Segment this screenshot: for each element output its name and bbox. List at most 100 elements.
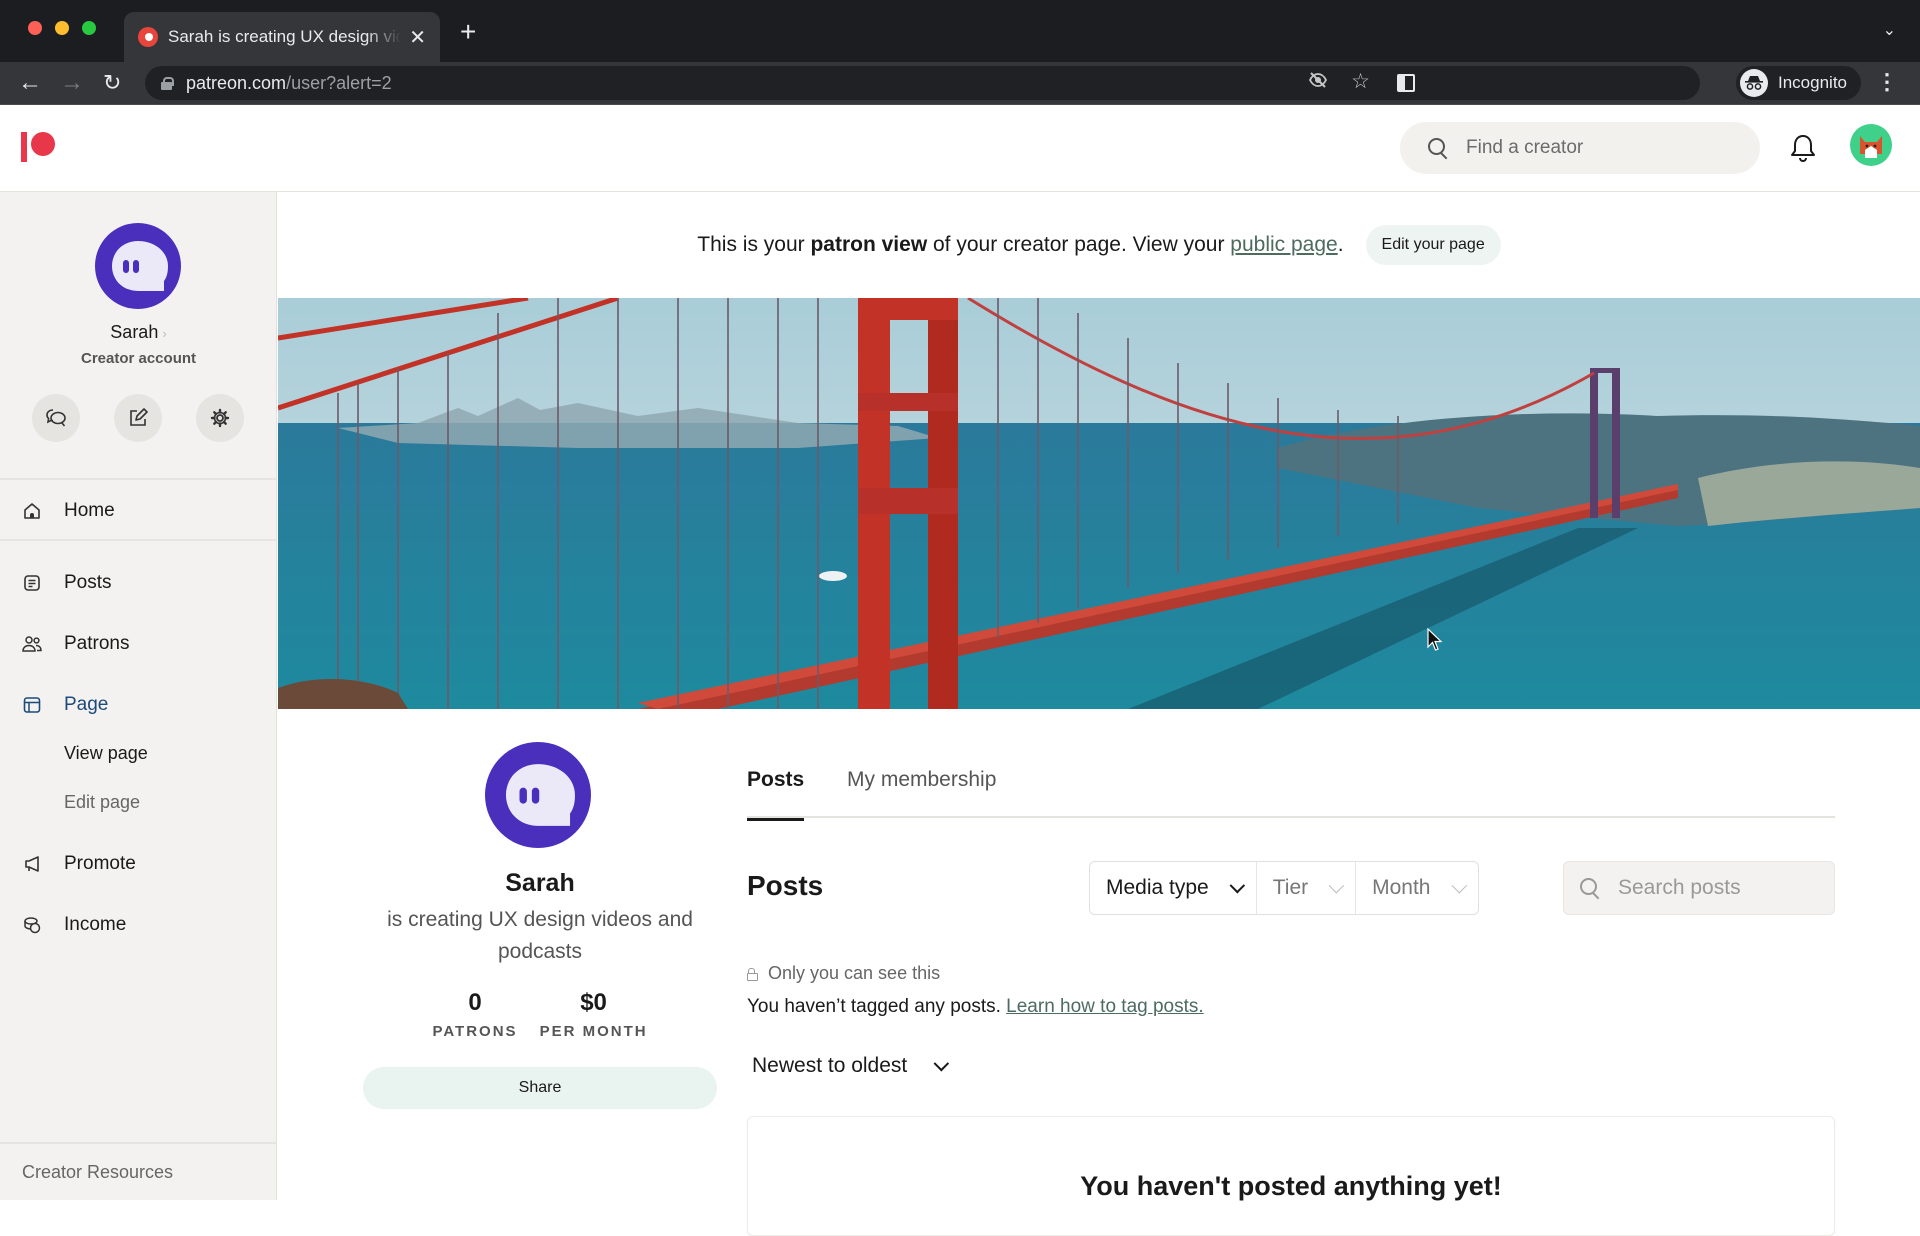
edit-your-page-button[interactable]: Edit your page <box>1365 225 1501 265</box>
sidebar-item-income[interactable]: Income <box>0 903 277 947</box>
month-filter[interactable]: Month <box>1356 862 1477 914</box>
tab-search-icon[interactable]: ⌄ <box>1883 20 1896 40</box>
forward-icon[interactable]: → <box>60 68 84 98</box>
side-panel-icon[interactable] <box>1397 74 1415 92</box>
notifications-bell-icon[interactable] <box>1790 133 1816 163</box>
sidebar-item-label: Home <box>64 500 115 521</box>
sidebar: Sarah › Creator account Home Posts Patron… <box>0 192 277 1200</box>
chevron-right-icon: › <box>162 326 167 341</box>
close-tab-icon[interactable]: ✕ <box>409 25 426 50</box>
stat-value: 0 <box>468 989 482 1016</box>
user-avatar[interactable] <box>1850 124 1892 166</box>
creator-name-link[interactable]: Sarah › <box>0 322 277 343</box>
creator-resources-link[interactable]: Creator Resources <box>22 1162 173 1183</box>
sort-dropdown[interactable]: Newest to oldest <box>752 1054 950 1078</box>
account-type: Creator account <box>80 350 197 367</box>
search-icon <box>1580 878 1600 898</box>
gear-icon <box>210 408 230 428</box>
creator-profile-name: Sarah <box>505 869 575 897</box>
search-icon <box>1428 138 1448 158</box>
search-posts-placeholder: Search posts <box>1618 876 1741 899</box>
incognito-profile-button[interactable]: Incognito <box>1736 66 1861 100</box>
tracking-protection-icon[interactable] <box>1308 70 1328 96</box>
url-path: /user?alert=2 <box>286 72 392 93</box>
messages-button[interactable] <box>32 394 80 442</box>
stat-label: PER MONTH <box>539 1023 648 1040</box>
find-creator-search-input[interactable]: Find a creator <box>1400 122 1760 174</box>
post-filters: Media type Tier Month <box>1089 861 1479 915</box>
search-posts-input[interactable]: Search posts <box>1563 861 1835 915</box>
reload-icon[interactable]: ↻ <box>103 68 121 98</box>
notice-prefix: This is your <box>697 233 811 256</box>
creator-name: Sarah <box>110 322 159 342</box>
address-bar[interactable]: patreon.com/user?alert=2 ☆ <box>145 66 1700 100</box>
close-window-button[interactable] <box>28 21 42 35</box>
chevron-down-icon <box>1229 877 1245 893</box>
browser-toolbar: ← → ↻ patreon.com/user?alert=2 ☆ Incogni… <box>0 62 1920 105</box>
media-type-filter[interactable]: Media type <box>1090 862 1257 914</box>
cover-image <box>278 298 1920 709</box>
tab-my-membership[interactable]: My membership <box>847 768 996 792</box>
sidebar-item-label: Posts <box>64 572 112 593</box>
share-button[interactable]: Share <box>363 1067 717 1109</box>
chevron-down-icon <box>933 1055 950 1071</box>
browser-menu-icon[interactable]: ⋮ <box>1876 70 1898 94</box>
creator-profile-avatar <box>485 742 591 848</box>
browser-tab[interactable]: Sarah is creating UX design videos and p… <box>124 12 440 62</box>
notice-bold: patron view <box>810 233 928 256</box>
sidebar-subitem-view-page[interactable]: View page <box>64 743 148 764</box>
empty-posts-card: You haven't posted anything yet! <box>747 1116 1835 1236</box>
tag-note-text: You haven’t tagged any posts. <box>747 996 1007 1017</box>
find-creator-placeholder: Find a creator <box>1466 137 1584 158</box>
chevron-down-icon <box>1328 877 1345 893</box>
tab-strip: Sarah is creating UX design videos and p… <box>0 0 1920 62</box>
sort-label: Newest to oldest <box>752 1054 908 1077</box>
megaphone-icon <box>22 854 42 874</box>
patron-view-notice: This is your patron view of your creator… <box>278 192 1920 298</box>
patrons-icon <box>22 634 42 654</box>
url-host: patreon.com <box>186 72 287 93</box>
sidebar-item-label: Promote <box>64 853 136 874</box>
edit-icon <box>130 408 148 426</box>
tag-note: You haven’t tagged any posts. Learn how … <box>747 996 1204 1018</box>
back-icon[interactable]: ← <box>18 68 42 98</box>
stat-label: PATRONS <box>432 1023 518 1040</box>
creator-tagline: is creating UX design videos and podcast… <box>387 908 693 963</box>
sidebar-item-posts[interactable]: Posts <box>0 561 277 605</box>
public-page-link[interactable]: public page <box>1230 233 1337 256</box>
maximize-window-button[interactable] <box>82 21 96 35</box>
sidebar-item-promote[interactable]: Promote <box>0 842 277 886</box>
quick-actions <box>32 394 244 442</box>
bookmark-star-icon[interactable]: ☆ <box>1351 69 1370 94</box>
coins-icon <box>22 915 42 935</box>
chevron-down-icon <box>1451 877 1467 893</box>
sidebar-item-patrons[interactable]: Patrons <box>0 622 277 666</box>
patreon-logo[interactable] <box>21 132 55 162</box>
content-tabs: Posts My membership <box>747 740 1835 821</box>
private-note: Only you can see this <box>747 963 940 984</box>
create-post-button[interactable] <box>114 394 162 442</box>
tier-filter[interactable]: Tier <box>1257 862 1357 914</box>
home-icon <box>22 501 42 521</box>
posts-heading: Posts <box>747 870 824 901</box>
sidebar-item-label: Page <box>64 694 109 715</box>
learn-tag-posts-link[interactable]: Learn how to tag posts. <box>1006 996 1204 1017</box>
sidebar-item-page[interactable]: Page <box>0 683 277 727</box>
tab-posts[interactable]: Posts <box>747 768 805 821</box>
sidebar-divider <box>0 1142 277 1144</box>
sidebar-item-label: Patrons <box>64 633 130 654</box>
sidebar-subitem-edit-page[interactable]: Edit page <box>64 792 140 813</box>
posts-icon <box>22 573 42 593</box>
creator-avatar[interactable] <box>95 223 181 309</box>
filter-label: Month <box>1372 876 1431 899</box>
empty-posts-message: You haven't posted anything yet! <box>1080 1171 1502 1201</box>
page-icon <box>22 695 42 715</box>
new-tab-button[interactable]: + <box>460 16 476 48</box>
tab-title: Sarah is creating UX design videos and p… <box>168 27 402 46</box>
sidebar-item-home[interactable]: Home <box>0 489 277 533</box>
minimize-window-button[interactable] <box>55 21 69 35</box>
site-header: Find a creator <box>0 105 1920 192</box>
settings-button[interactable] <box>196 394 244 442</box>
lock-icon[interactable] <box>161 76 174 90</box>
lock-icon <box>747 968 758 981</box>
